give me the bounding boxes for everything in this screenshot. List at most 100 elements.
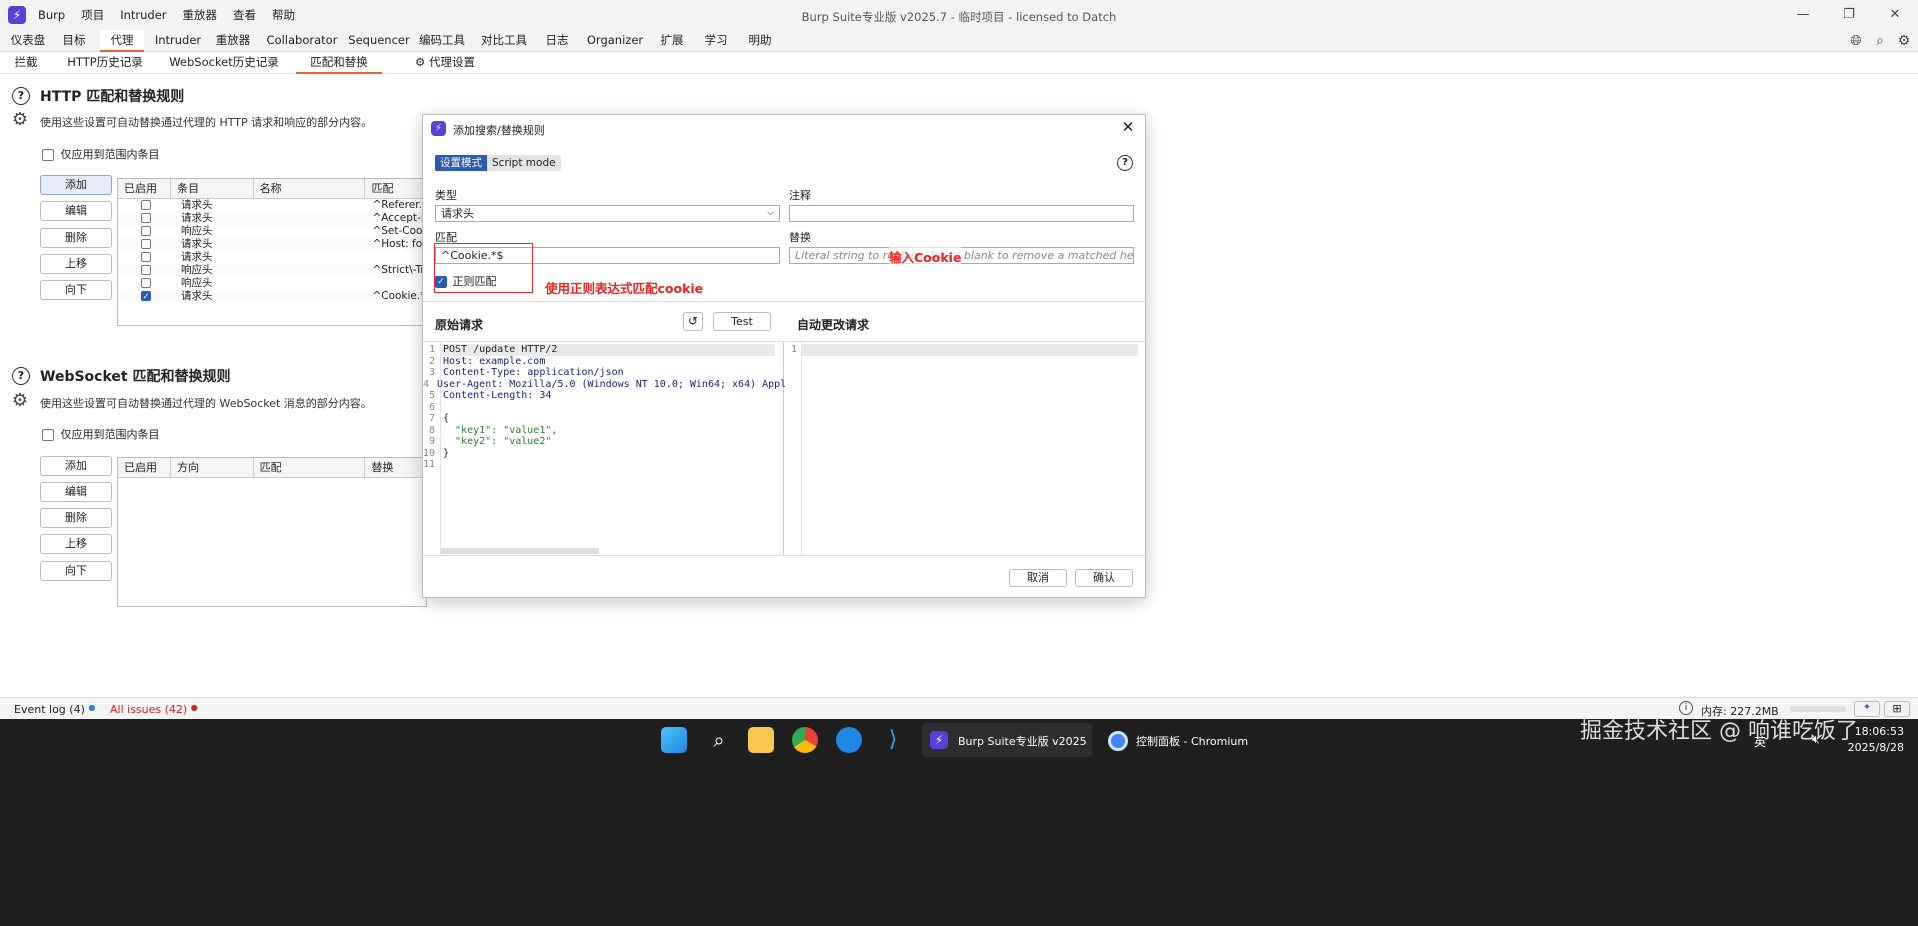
horizontal-scrollbar[interactable] — [441, 548, 599, 554]
name-cell — [256, 212, 366, 225]
ws-move-down-button[interactable]: 向下 — [40, 561, 112, 581]
tab-collaborator[interactable]: Collaborator — [262, 30, 342, 52]
tab-comparer[interactable]: 对比工具 — [478, 30, 530, 52]
memory-bar — [1790, 706, 1846, 712]
ws-add-button[interactable]: 添加 — [40, 456, 112, 476]
checkbox-box[interactable] — [42, 429, 54, 441]
enabled-checkbox[interactable] — [141, 252, 151, 262]
event-log-link[interactable]: Event log (4) ● — [14, 703, 95, 716]
help-icon[interactable]: ? — [12, 87, 30, 105]
tab-intruder[interactable]: Intruder — [150, 30, 206, 52]
chromium-taskbar-item[interactable]: 控制面板 - Chromium — [1104, 723, 1274, 757]
table-row[interactable]: ✓ 请求头 ^Cookie.*$ — [118, 290, 426, 303]
table-row[interactable]: 请求头 ^Host: foo.e — [118, 238, 426, 251]
col-enabled[interactable]: 已启用 — [118, 458, 172, 477]
enabled-checkbox[interactable] — [141, 239, 151, 249]
reset-icon[interactable]: ↺ — [683, 312, 703, 331]
table-row[interactable]: 请求头 — [118, 251, 426, 264]
subtab-http-history[interactable]: HTTP历史记录 — [64, 52, 146, 74]
clock-time[interactable]: 18:06:53 — [1848, 725, 1904, 738]
tab-help[interactable]: 明助 — [742, 30, 778, 52]
help-icon[interactable]: ? — [12, 367, 30, 385]
tab-organizer[interactable]: Organizer — [584, 30, 646, 52]
ime-indicator[interactable]: 英 — [1754, 733, 1766, 750]
auto-modified-editor[interactable]: 1 — [785, 341, 1145, 556]
volume-icon[interactable]: 🔇︎ — [1812, 732, 1820, 747]
tab-learn[interactable]: 学习 — [698, 30, 734, 52]
col-item[interactable]: 条目 — [171, 179, 254, 198]
test-button[interactable]: Test — [713, 312, 771, 331]
search-icon[interactable]: ⌕ — [1870, 32, 1890, 50]
gear-icon[interactable]: ⚙ — [11, 392, 29, 410]
ok-button[interactable]: 确认 — [1075, 569, 1133, 587]
enabled-checkbox[interactable] — [141, 213, 151, 223]
replace-input[interactable]: Literal string to replace, leave blank t… — [789, 247, 1134, 264]
subtab-match-replace[interactable]: 匹配和替换 — [296, 52, 382, 74]
http-scope-checkbox[interactable]: 仅应用到范围内条目 — [42, 146, 160, 162]
col-name[interactable]: 名称 — [254, 179, 366, 198]
search-icon[interactable]: ⌕ — [706, 727, 732, 753]
subtab-websocket-history[interactable]: WebSocket历史记录 — [168, 52, 280, 74]
http-move-down-button[interactable]: 向下 — [40, 280, 112, 300]
tab-dashboard[interactable]: 仪表盘 — [6, 30, 50, 52]
all-issues-link[interactable]: All issues (42) ● — [110, 703, 198, 716]
tab-decoder[interactable]: 编码工具 — [416, 30, 468, 52]
panel-toggle-icon[interactable]: ⊞ — [1884, 701, 1910, 717]
type-select[interactable]: 请求头 ⌵ — [435, 205, 780, 222]
subtab-proxy-settings[interactable]: ⚙ 代理设置 — [408, 52, 482, 74]
comment-input[interactable] — [789, 205, 1134, 222]
tab-proxy[interactable]: 代理 — [100, 30, 144, 52]
http-delete-button[interactable]: 删除 — [40, 228, 112, 248]
file-explorer-icon[interactable] — [748, 727, 774, 753]
enabled-checkbox[interactable] — [141, 226, 151, 236]
enabled-checkbox[interactable] — [141, 200, 151, 210]
close-icon[interactable]: ✕ — [1119, 118, 1137, 136]
tab-sequencer[interactable]: Sequencer — [346, 30, 412, 52]
tab-settings-mode[interactable]: 设置模式 — [435, 155, 487, 171]
app-icon[interactable] — [836, 727, 862, 753]
enabled-checkbox[interactable]: ✓ — [141, 291, 151, 301]
clock-date[interactable]: 2025/8/28 — [1840, 741, 1904, 754]
windows-start-icon[interactable] — [661, 727, 687, 753]
tab-script-mode[interactable]: Script mode — [487, 155, 561, 171]
col-match[interactable]: 匹配 — [365, 179, 426, 198]
tab-logger[interactable]: 日志 — [538, 30, 576, 52]
settings-gear-icon[interactable]: ⚙ — [1894, 32, 1914, 50]
help-icon[interactable]: ? — [1117, 155, 1133, 171]
col-direction[interactable]: 方向 — [171, 458, 254, 477]
enabled-checkbox[interactable] — [141, 278, 151, 288]
col-replace[interactable]: 替换 — [365, 458, 426, 477]
table-row[interactable]: 请求头 ^Accept-En — [118, 212, 426, 225]
enabled-checkbox[interactable] — [141, 265, 151, 275]
restore-icon[interactable]: ❐ — [1826, 0, 1872, 30]
http-move-up-button[interactable]: 上移 — [40, 254, 112, 274]
col-match[interactable]: 匹配 — [254, 458, 366, 477]
code-line: 4 User-Agent: Mozilla/5.0 (Windows NT 10.… — [423, 379, 786, 391]
gear-icon[interactable]: ⚙ — [11, 111, 29, 129]
vscode-icon[interactable]: ⟩ — [880, 727, 906, 753]
table-row[interactable]: 响应头 — [118, 277, 426, 290]
replace-label: 替换 — [789, 231, 811, 244]
original-request-editor[interactable]: 1 POST /update HTTP/2 2 Host: example.com 3 C… — [423, 341, 786, 556]
checkbox-box[interactable] — [42, 149, 54, 161]
ws-delete-button[interactable]: 删除 — [40, 508, 112, 528]
table-row[interactable]: 响应头 ^Strict\-Tran — [118, 264, 426, 277]
burp-taskbar-item[interactable]: ⚡ Burp Suite专业版 v2025 — [922, 723, 1092, 757]
tab-target[interactable]: 目标 — [56, 30, 92, 52]
subtab-intercept[interactable]: 拦截 — [10, 52, 42, 74]
ws-scope-checkbox[interactable]: 仅应用到范围内条目 — [42, 426, 160, 442]
table-row[interactable]: 请求头 ^Referer.*$ — [118, 199, 426, 212]
http-edit-button[interactable]: 编辑 — [40, 201, 112, 221]
tab-extensions[interactable]: 扩展 — [654, 30, 690, 52]
table-row[interactable]: 响应头 ^Set-Cookie — [118, 225, 426, 238]
ws-edit-button[interactable]: 编辑 — [40, 482, 112, 502]
cancel-button[interactable]: 取消 — [1009, 569, 1067, 587]
globe-icon[interactable]: 🌐︎ — [1846, 32, 1866, 50]
close-window-icon[interactable]: ✕ — [1872, 0, 1918, 30]
http-add-button[interactable]: 添加 — [40, 175, 112, 195]
col-enabled[interactable]: 已启用 — [118, 179, 172, 198]
chrome-icon[interactable] — [792, 727, 818, 753]
ws-move-up-button[interactable]: 上移 — [40, 534, 112, 554]
tab-repeater[interactable]: 重放器 — [210, 30, 256, 52]
minimize-icon[interactable]: — — [1780, 0, 1826, 30]
